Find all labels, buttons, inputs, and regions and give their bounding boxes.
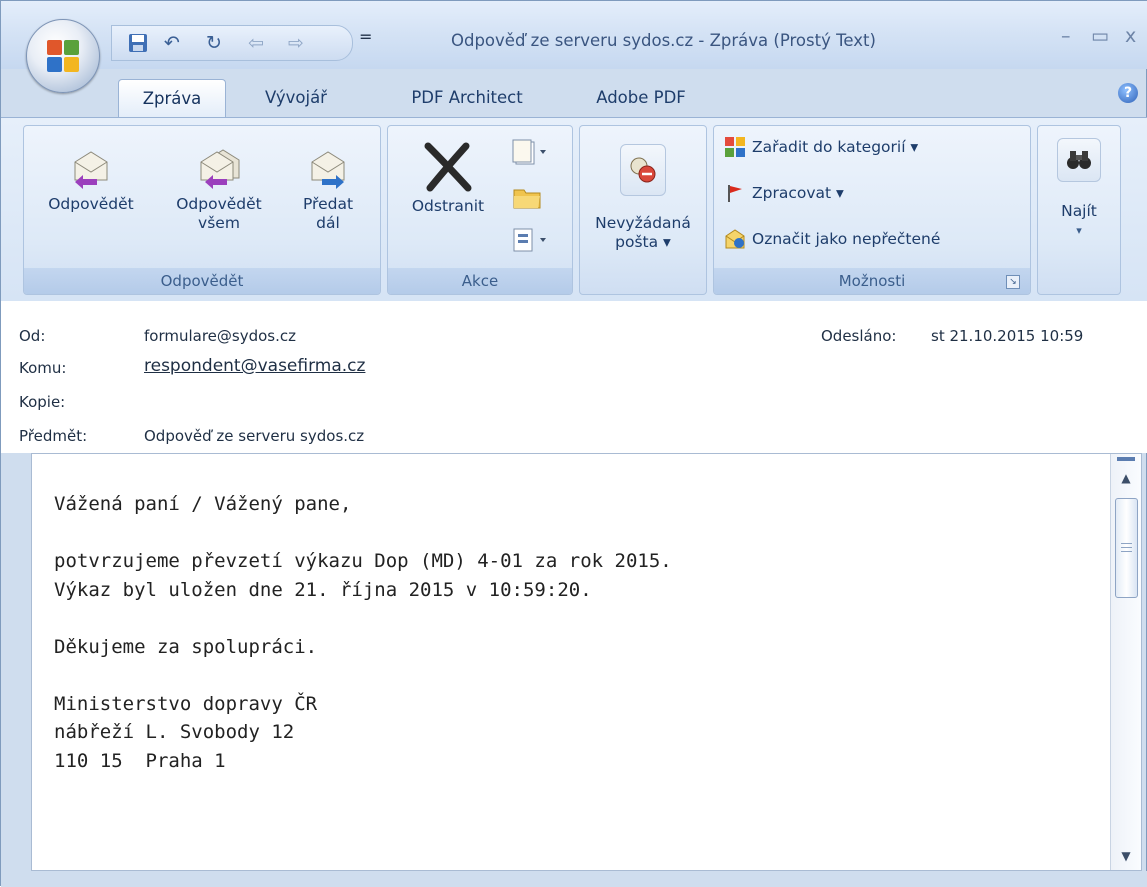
group-actions-label: Akce — [388, 268, 572, 294]
sent-label: Odesláno: — [821, 327, 897, 345]
save-icon[interactable] — [126, 31, 150, 55]
follow-up-button[interactable]: Zpracovat ▾ — [724, 182, 844, 204]
actions-more-icon[interactable] — [510, 226, 550, 260]
from-value[interactable]: formulare@sydos.cz — [144, 327, 296, 345]
subject-value: Odpověď ze serveru sydos.cz — [144, 427, 365, 445]
from-label: Od: — [19, 327, 46, 345]
reply-all-label-1: Odpovědět — [176, 195, 262, 213]
split-handle[interactable] — [1117, 457, 1135, 461]
forward-label-2: dál — [316, 214, 340, 232]
group-junk: Nevyžádaná pošta ▾ — [579, 125, 707, 295]
group-options-label: Možnosti — [714, 268, 1030, 294]
next-item-icon[interactable]: ⇨ — [284, 31, 308, 55]
delete-label: Odstranit — [411, 197, 485, 215]
delete-button[interactable]: Odstranit — [396, 142, 500, 216]
help-icon[interactable]: ? — [1118, 83, 1138, 103]
tab-pdf-architect[interactable]: PDF Architect — [387, 79, 547, 117]
reply-button[interactable]: Odpovědět — [32, 146, 150, 214]
outlook-message-window: ↶ ↻ ⇦ ⇨ = Odpověď ze serveru sydos.cz - … — [0, 0, 1147, 887]
forward-label-1: Předat — [302, 195, 354, 213]
tab-adobe-pdf[interactable]: Adobe PDF — [571, 79, 711, 117]
reply-icon — [74, 151, 108, 189]
window-title: Odpověď ze serveru sydos.cz - Zpráva (Pr… — [451, 31, 876, 50]
junk-label-2: pošta ▾ — [615, 233, 671, 251]
group-respond: Odpovědět Odpovědět všem Předat dál Odpo… — [23, 125, 381, 295]
office-logo-icon — [47, 40, 79, 72]
group-respond-label: Odpovědět — [24, 268, 380, 294]
customize-quick-access-button[interactable]: = — [359, 27, 372, 46]
folder-icon[interactable] — [512, 184, 542, 214]
scroll-up-icon[interactable]: ▲ — [1118, 472, 1134, 484]
previous-item-icon[interactable]: ⇦ — [244, 31, 268, 55]
flag-icon — [728, 185, 742, 202]
reply-all-label-2: všem — [198, 214, 240, 232]
scroll-down-icon[interactable]: ▼ — [1118, 850, 1134, 862]
find-button[interactable]: Najít ▾ — [1038, 138, 1120, 240]
undo-icon[interactable]: ↶ — [160, 31, 184, 55]
junk-icon — [620, 144, 666, 196]
quick-access-toolbar: ↶ ↻ ⇦ ⇨ — [111, 25, 353, 61]
message-header: Od: formulare@sydos.cz Odesláno: st 21.1… — [1, 301, 1147, 453]
grip-line — [1121, 547, 1132, 548]
mark-unread-label: Označit jako nepřečtené — [752, 230, 941, 248]
reply-all-icon — [200, 149, 240, 189]
reply-all-button[interactable]: Odpovědět všem — [158, 146, 280, 233]
to-value[interactable]: respondent@vasefirma.cz — [144, 356, 365, 376]
scroll-thumb[interactable] — [1115, 498, 1138, 598]
options-dialog-launcher-icon[interactable]: ↘ — [1006, 275, 1020, 289]
binoculars-icon — [1057, 138, 1101, 182]
title-bar: ↶ ↻ ⇦ ⇨ = Odpověď ze serveru sydos.cz - … — [1, 1, 1147, 69]
grip-line — [1121, 551, 1132, 552]
group-actions: Odstranit Akce — [387, 125, 573, 295]
group-options: Zařadit do kategorií ▾ Zpracovat ▾ Označ… — [713, 125, 1031, 295]
delete-x-icon — [424, 142, 472, 192]
cc-label: Kopie: — [19, 393, 66, 411]
message-body-text: Vážená paní / Vážený pane, potvrzujeme p… — [54, 493, 672, 772]
office-button[interactable] — [26, 19, 100, 93]
grip-line — [1121, 543, 1132, 544]
sent-value: st 21.10.2015 10:59 — [931, 327, 1084, 345]
junk-mail-button[interactable]: Nevyžádaná pošta ▾ — [580, 144, 706, 252]
categorize-button[interactable]: Zařadit do kategorií ▾ — [724, 136, 918, 158]
ribbon-tabs: Zpráva Vývojář PDF Architect Adobe PDF — [1, 77, 1147, 118]
forward-button[interactable]: Předat dál — [286, 146, 370, 233]
group-find: Najít ▾ — [1037, 125, 1121, 295]
tab-zprava[interactable]: Zpráva — [118, 79, 226, 118]
categorize-icon — [725, 137, 745, 157]
junk-label-1: Nevyžádaná — [595, 214, 691, 232]
window-bottom-edge — [1, 871, 1147, 887]
find-dropdown-icon[interactable]: ▾ — [1038, 221, 1120, 240]
message-body[interactable]: Vážená paní / Vážený pane, potvrzujeme p… — [31, 453, 1142, 871]
minimize-button[interactable]: – — [1061, 25, 1071, 47]
reply-label: Odpovědět — [48, 195, 134, 213]
subject-label: Předmět: — [19, 427, 88, 445]
tab-vyvojar[interactable]: Vývojář — [241, 79, 351, 117]
mark-unread-button[interactable]: Označit jako nepřečtené — [724, 228, 940, 250]
ribbon: Odpovědět Odpovědět všem Předat dál Odpo… — [1, 117, 1147, 302]
vertical-scrollbar[interactable]: ▲ ▼ — [1110, 454, 1141, 870]
redo-icon[interactable]: ↻ — [202, 31, 226, 55]
close-button[interactable]: x — [1125, 25, 1136, 47]
find-label: Najít — [1061, 202, 1097, 220]
mark-unread-icon — [725, 229, 745, 249]
to-label: Komu: — [19, 359, 67, 377]
move-to-folder-icon[interactable] — [510, 138, 550, 172]
follow-up-label: Zpracovat ▾ — [752, 184, 844, 202]
forward-icon — [311, 151, 345, 189]
categorize-label: Zařadit do kategorií ▾ — [752, 138, 919, 156]
maximize-button[interactable]: ▭ — [1091, 25, 1109, 47]
